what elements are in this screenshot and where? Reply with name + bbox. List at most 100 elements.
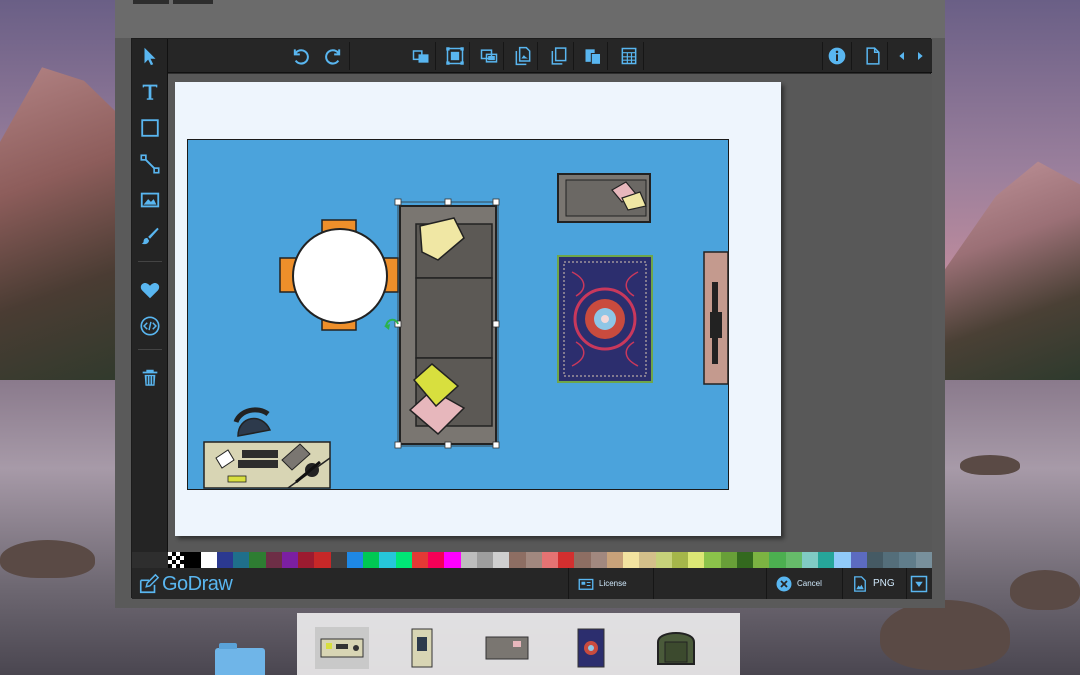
- license-button[interactable]: License: [568, 568, 654, 599]
- embed-code-tool[interactable]: [136, 311, 164, 341]
- color-swatch[interactable]: [330, 552, 347, 568]
- color-swatch[interactable]: [281, 552, 298, 568]
- duplicate-button[interactable]: [544, 42, 574, 70]
- color-swatch[interactable]: [736, 552, 753, 568]
- cancel-icon: [776, 576, 792, 591]
- info-button[interactable]: [822, 42, 852, 70]
- color-swatch[interactable]: [688, 552, 705, 568]
- color-swatch[interactable]: [428, 552, 445, 568]
- color-swatch[interactable]: [801, 552, 818, 568]
- text-tool[interactable]: [136, 77, 164, 107]
- dining-table[interactable]: [279, 219, 399, 331]
- color-swatch[interactable]: [850, 552, 867, 568]
- color-swatch[interactable]: [493, 552, 510, 568]
- color-swatch[interactable]: [558, 552, 575, 568]
- favorites-tool[interactable]: [136, 275, 164, 305]
- brush-tool[interactable]: [136, 221, 164, 251]
- transparent-swatch[interactable]: [168, 552, 185, 568]
- color-swatch[interactable]: [606, 552, 623, 568]
- floor-plan-drawing: [203, 173, 729, 489]
- paste-icon: [585, 49, 601, 65]
- new-document-button[interactable]: [858, 42, 888, 70]
- color-swatch[interactable]: [590, 552, 607, 568]
- collapse-right-button[interactable]: [912, 42, 928, 70]
- color-swatch[interactable]: [671, 552, 688, 568]
- color-swatch[interactable]: [639, 552, 656, 568]
- color-swatch[interactable]: [184, 552, 201, 568]
- color-swatch[interactable]: [200, 552, 217, 568]
- color-swatch[interactable]: [883, 552, 900, 568]
- window-tab[interactable]: [133, 0, 169, 4]
- color-swatch[interactable]: [720, 552, 737, 568]
- color-swatch[interactable]: [265, 552, 282, 568]
- image-tool[interactable]: [136, 185, 164, 215]
- color-swatch[interactable]: [623, 552, 640, 568]
- dock-folder-icon[interactable]: [215, 643, 265, 675]
- rectangle-tool[interactable]: [136, 113, 164, 143]
- color-swatch[interactable]: [655, 552, 672, 568]
- color-swatch[interactable]: [346, 552, 363, 568]
- dock-thumb-seat[interactable]: [651, 627, 701, 669]
- area-rug[interactable]: [557, 255, 653, 383]
- color-swatch[interactable]: [460, 552, 477, 568]
- color-swatch[interactable]: [525, 552, 542, 568]
- dock-thumb-chair[interactable]: [405, 627, 439, 669]
- grid-button[interactable]: [614, 42, 644, 70]
- color-swatch[interactable]: [444, 552, 461, 568]
- collapse-left-button[interactable]: [894, 42, 910, 70]
- desktop-mountain-right: [940, 161, 1080, 380]
- undo-button[interactable]: [284, 42, 314, 70]
- color-swatch[interactable]: [866, 552, 883, 568]
- export-options-dropdown[interactable]: [906, 568, 932, 599]
- dock-thumb-armchair[interactable]: [483, 627, 531, 669]
- chair-thumbnail-icon: [411, 628, 433, 668]
- color-swatch[interactable]: [818, 552, 835, 568]
- color-swatch[interactable]: [899, 552, 916, 568]
- color-swatch[interactable]: [411, 552, 428, 568]
- export-png-button[interactable]: PNG: [842, 568, 906, 599]
- drawing-page[interactable]: [175, 82, 781, 536]
- color-swatch[interactable]: [363, 552, 380, 568]
- color-swatch[interactable]: [314, 552, 331, 568]
- floor-plan-room[interactable]: [187, 139, 729, 490]
- color-swatch[interactable]: [298, 552, 315, 568]
- color-swatch[interactable]: [541, 552, 558, 568]
- redo-button[interactable]: [320, 42, 350, 70]
- color-swatch[interactable]: [476, 552, 493, 568]
- delete-tool[interactable]: [136, 363, 164, 393]
- dock-thumb-desk[interactable]: [315, 627, 369, 669]
- color-swatch[interactable]: [509, 552, 526, 568]
- color-swatch[interactable]: [753, 552, 770, 568]
- tv-stand[interactable]: [703, 251, 729, 385]
- color-swatch[interactable]: [834, 552, 851, 568]
- fit-to-page-button[interactable]: [440, 42, 470, 70]
- color-swatch[interactable]: [704, 552, 721, 568]
- copy-image-button[interactable]: [508, 42, 538, 70]
- cancel-button[interactable]: Cancel: [766, 568, 842, 599]
- color-swatch[interactable]: [233, 552, 250, 568]
- color-swatch[interactable]: [785, 552, 802, 568]
- sofa-selected[interactable]: [384, 198, 500, 449]
- window-tab[interactable]: [173, 0, 213, 4]
- canvas-workarea[interactable]: [168, 74, 932, 552]
- connector-tool[interactable]: [136, 149, 164, 179]
- bring-to-front-button[interactable]: [406, 42, 436, 70]
- window-titlebar[interactable]: [115, 0, 945, 38]
- armchair[interactable]: [557, 173, 651, 223]
- select-tool[interactable]: [136, 41, 164, 71]
- rectangle-icon: [141, 119, 159, 137]
- color-swatch[interactable]: [769, 552, 786, 568]
- color-swatch[interactable]: [216, 552, 233, 568]
- color-swatch[interactable]: [249, 552, 266, 568]
- logo-text: GoDraw: [162, 572, 233, 595]
- desk[interactable]: [203, 407, 331, 489]
- cancel-label: Cancel: [797, 579, 822, 588]
- image-icon: [140, 192, 160, 208]
- color-swatch[interactable]: [379, 552, 396, 568]
- paste-button[interactable]: [578, 42, 608, 70]
- color-swatch[interactable]: [915, 552, 932, 568]
- color-swatch[interactable]: [395, 552, 412, 568]
- color-swatch[interactable]: [574, 552, 591, 568]
- dock-thumb-rug[interactable]: [571, 627, 611, 669]
- group-button[interactable]: [474, 42, 504, 70]
